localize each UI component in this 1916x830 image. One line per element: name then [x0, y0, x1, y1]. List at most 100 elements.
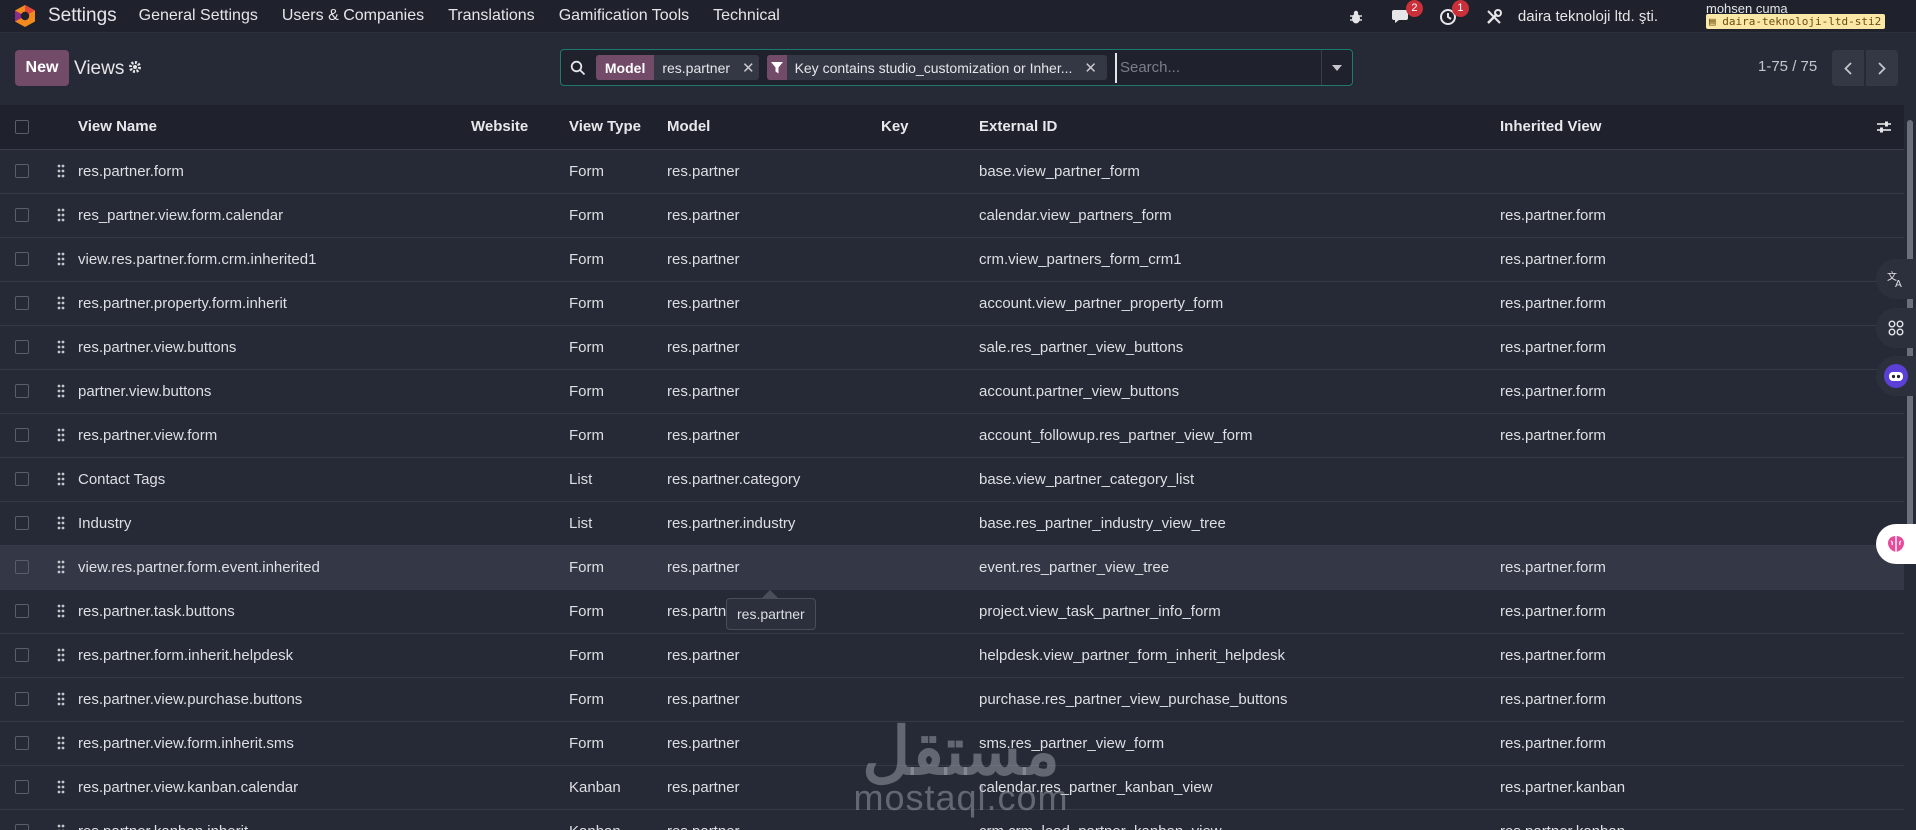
cell-external-id[interactable]: sale.res_partner_view_buttons [979, 325, 1500, 370]
cell-external-id[interactable]: base.view_partner_form [979, 149, 1500, 194]
table-row[interactable]: Industry List res.partner.industry base.… [0, 501, 1904, 546]
column-header-external-id[interactable]: External ID [979, 105, 1500, 150]
cell-view-name[interactable]: res.partner.form.inherit.helpdesk [78, 633, 471, 678]
row-checkbox[interactable] [15, 516, 29, 530]
drag-handle-icon[interactable] [44, 384, 78, 398]
row-checkbox[interactable] [15, 296, 29, 310]
cell-website[interactable] [471, 193, 569, 238]
select-all-checkbox[interactable] [15, 119, 29, 134]
app-title[interactable]: Settings [48, 5, 117, 27]
table-row[interactable]: res.partner.view.form Form res.partner a… [0, 413, 1904, 458]
pager-value[interactable]: 1-75 / 75 [1758, 58, 1817, 75]
translate-icon[interactable]: 文 A [1876, 259, 1916, 299]
cell-inherited-view[interactable]: res.partner.form [1500, 413, 1864, 458]
row-checkbox[interactable] [15, 648, 29, 662]
cell-inherited-view[interactable] [1500, 149, 1864, 194]
cell-view-name[interactable]: res_partner.view.form.calendar [78, 193, 471, 238]
cell-external-id[interactable]: crm.crm_lead_partner_kanban_view [979, 809, 1500, 830]
cell-model[interactable]: res.partner [667, 633, 881, 678]
cell-external-id[interactable]: helpdesk.view_partner_form_inherit_helpd… [979, 633, 1500, 678]
cell-website[interactable] [471, 809, 569, 830]
cell-key[interactable] [881, 721, 979, 766]
messages-chat-icon[interactable]: 2 [1390, 0, 1423, 29]
cell-view-type[interactable]: Form [569, 589, 667, 634]
table-row[interactable]: res.partner.view.kanban.calendar Kanban … [0, 765, 1904, 810]
row-checkbox[interactable] [15, 472, 29, 486]
cell-model[interactable]: res.partner [667, 237, 881, 282]
cell-view-type[interactable]: Form [569, 369, 667, 414]
cell-model[interactable]: res.partner [667, 677, 881, 722]
cell-key[interactable] [881, 545, 979, 590]
cell-inherited-view[interactable] [1500, 457, 1864, 502]
column-header-view-name[interactable]: View Name [78, 105, 471, 150]
cell-view-type[interactable]: Form [569, 721, 667, 766]
cell-model[interactable]: res.partner [667, 281, 881, 326]
cell-key[interactable] [881, 809, 979, 830]
cell-model[interactable]: res.partner [667, 193, 881, 238]
cell-key[interactable] [881, 589, 979, 634]
cell-view-name[interactable]: res.partner.view.purchase.buttons [78, 677, 471, 722]
table-row[interactable]: res.partner.task.buttons Form res.partne… [0, 589, 1904, 634]
cell-inherited-view[interactable]: res.partner.kanban [1500, 809, 1864, 830]
cell-inherited-view[interactable]: res.partner.form [1500, 369, 1864, 414]
pager-previous-button[interactable] [1832, 50, 1864, 86]
drag-handle-icon[interactable] [44, 824, 78, 830]
activities-clock-icon[interactable]: 1 [1436, 0, 1469, 29]
search-options-chevron-down-icon[interactable] [1320, 50, 1352, 85]
facet-remove-icon[interactable]: ✕ [738, 55, 759, 80]
cell-key[interactable] [881, 193, 979, 238]
drag-handle-icon[interactable] [44, 164, 78, 178]
cell-inherited-view[interactable]: res.partner.form [1500, 281, 1864, 326]
cell-model[interactable]: res.partner [667, 369, 881, 414]
drag-handle-icon[interactable] [44, 340, 78, 354]
cell-view-name[interactable]: res.partner.property.form.inherit [78, 281, 471, 326]
cell-external-id[interactable]: purchase.res_partner_view_purchase_butto… [979, 677, 1500, 722]
cell-view-name[interactable]: partner.view.buttons [78, 369, 471, 414]
row-checkbox[interactable] [15, 428, 29, 442]
new-button[interactable]: New [15, 50, 69, 86]
cell-key[interactable] [881, 325, 979, 370]
cell-view-type[interactable]: Form [569, 193, 667, 238]
drag-handle-icon[interactable] [44, 208, 78, 222]
cell-view-name[interactable]: Industry [78, 501, 471, 546]
drag-handle-icon[interactable] [44, 736, 78, 750]
cell-key[interactable] [881, 369, 979, 414]
debug-bug-icon[interactable] [1344, 5, 1368, 29]
cell-model[interactable]: res.partner.industry [667, 501, 881, 546]
row-checkbox[interactable] [15, 384, 29, 398]
cell-model[interactable]: res.partner [667, 721, 881, 766]
cell-website[interactable] [471, 281, 569, 326]
cell-inherited-view[interactable]: res.partner.kanban [1500, 765, 1864, 810]
row-checkbox[interactable] [15, 208, 29, 222]
cell-key[interactable] [881, 765, 979, 810]
tools-wrench-icon[interactable] [1482, 5, 1506, 29]
search-icon[interactable] [561, 50, 596, 86]
menu-gamification-tools[interactable]: Gamification Tools [559, 7, 689, 25]
row-checkbox[interactable] [15, 252, 29, 266]
cell-model[interactable]: res.partner [667, 765, 881, 810]
cell-website[interactable] [471, 457, 569, 502]
cell-view-type[interactable]: Form [569, 413, 667, 458]
drag-handle-icon[interactable] [44, 560, 78, 574]
cell-website[interactable] [471, 149, 569, 194]
cell-view-name[interactable]: view.res.partner.form.event.inherited [78, 545, 471, 590]
cell-inherited-view[interactable]: res.partner.form [1500, 193, 1864, 238]
app-logo-icon[interactable] [12, 3, 38, 29]
cell-website[interactable] [471, 589, 569, 634]
cell-external-id[interactable]: calendar.res_partner_kanban_view [979, 765, 1500, 810]
cell-external-id[interactable]: account.view_partner_property_form [979, 281, 1500, 326]
table-row[interactable]: res.partner.form.inherit.helpdesk Form r… [0, 633, 1904, 678]
cell-view-type[interactable]: List [569, 457, 667, 502]
cell-website[interactable] [471, 545, 569, 590]
cell-view-type[interactable]: Form [569, 237, 667, 282]
cell-key[interactable] [881, 677, 979, 722]
column-header-website[interactable]: Website [471, 105, 569, 150]
table-row[interactable]: view.res.partner.form.crm.inherited1 For… [0, 237, 1904, 282]
column-header-inherited-view[interactable]: Inherited View [1500, 105, 1864, 150]
facet-remove-icon[interactable]: ✕ [1080, 55, 1107, 80]
cell-inherited-view[interactable]: res.partner.form [1500, 677, 1864, 722]
drag-handle-icon[interactable] [44, 692, 78, 706]
table-row[interactable]: Contact Tags List res.partner.category b… [0, 457, 1904, 502]
table-row[interactable]: partner.view.buttons Form res.partner ac… [0, 369, 1904, 414]
menu-technical[interactable]: Technical [713, 7, 780, 25]
